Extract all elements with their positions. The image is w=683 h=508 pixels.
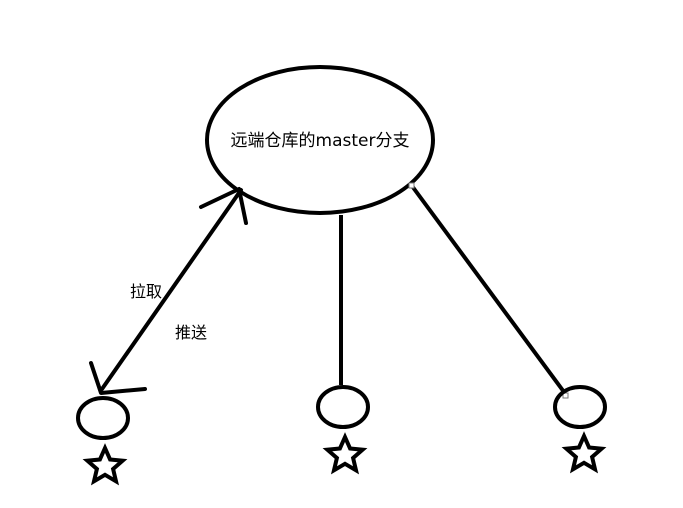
local-repo-right	[553, 385, 607, 429]
left-connection-line	[100, 188, 243, 391]
right-connection-line	[410, 184, 566, 394]
star-icon-left	[82, 443, 128, 486]
local-repo-middle	[316, 385, 370, 429]
local-repo-left	[76, 396, 130, 440]
remote-repo-label: 远端仓库的master分支	[231, 131, 410, 151]
push-label: 推送	[175, 323, 207, 342]
git-remote-diagram: 远端仓库的master分支 拉取 推送	[76, 65, 607, 486]
star-icon-right	[561, 431, 607, 474]
pull-label: 拉取	[130, 282, 162, 301]
line-end-marker-top	[408, 182, 415, 189]
star-icon-middle	[322, 432, 368, 475]
